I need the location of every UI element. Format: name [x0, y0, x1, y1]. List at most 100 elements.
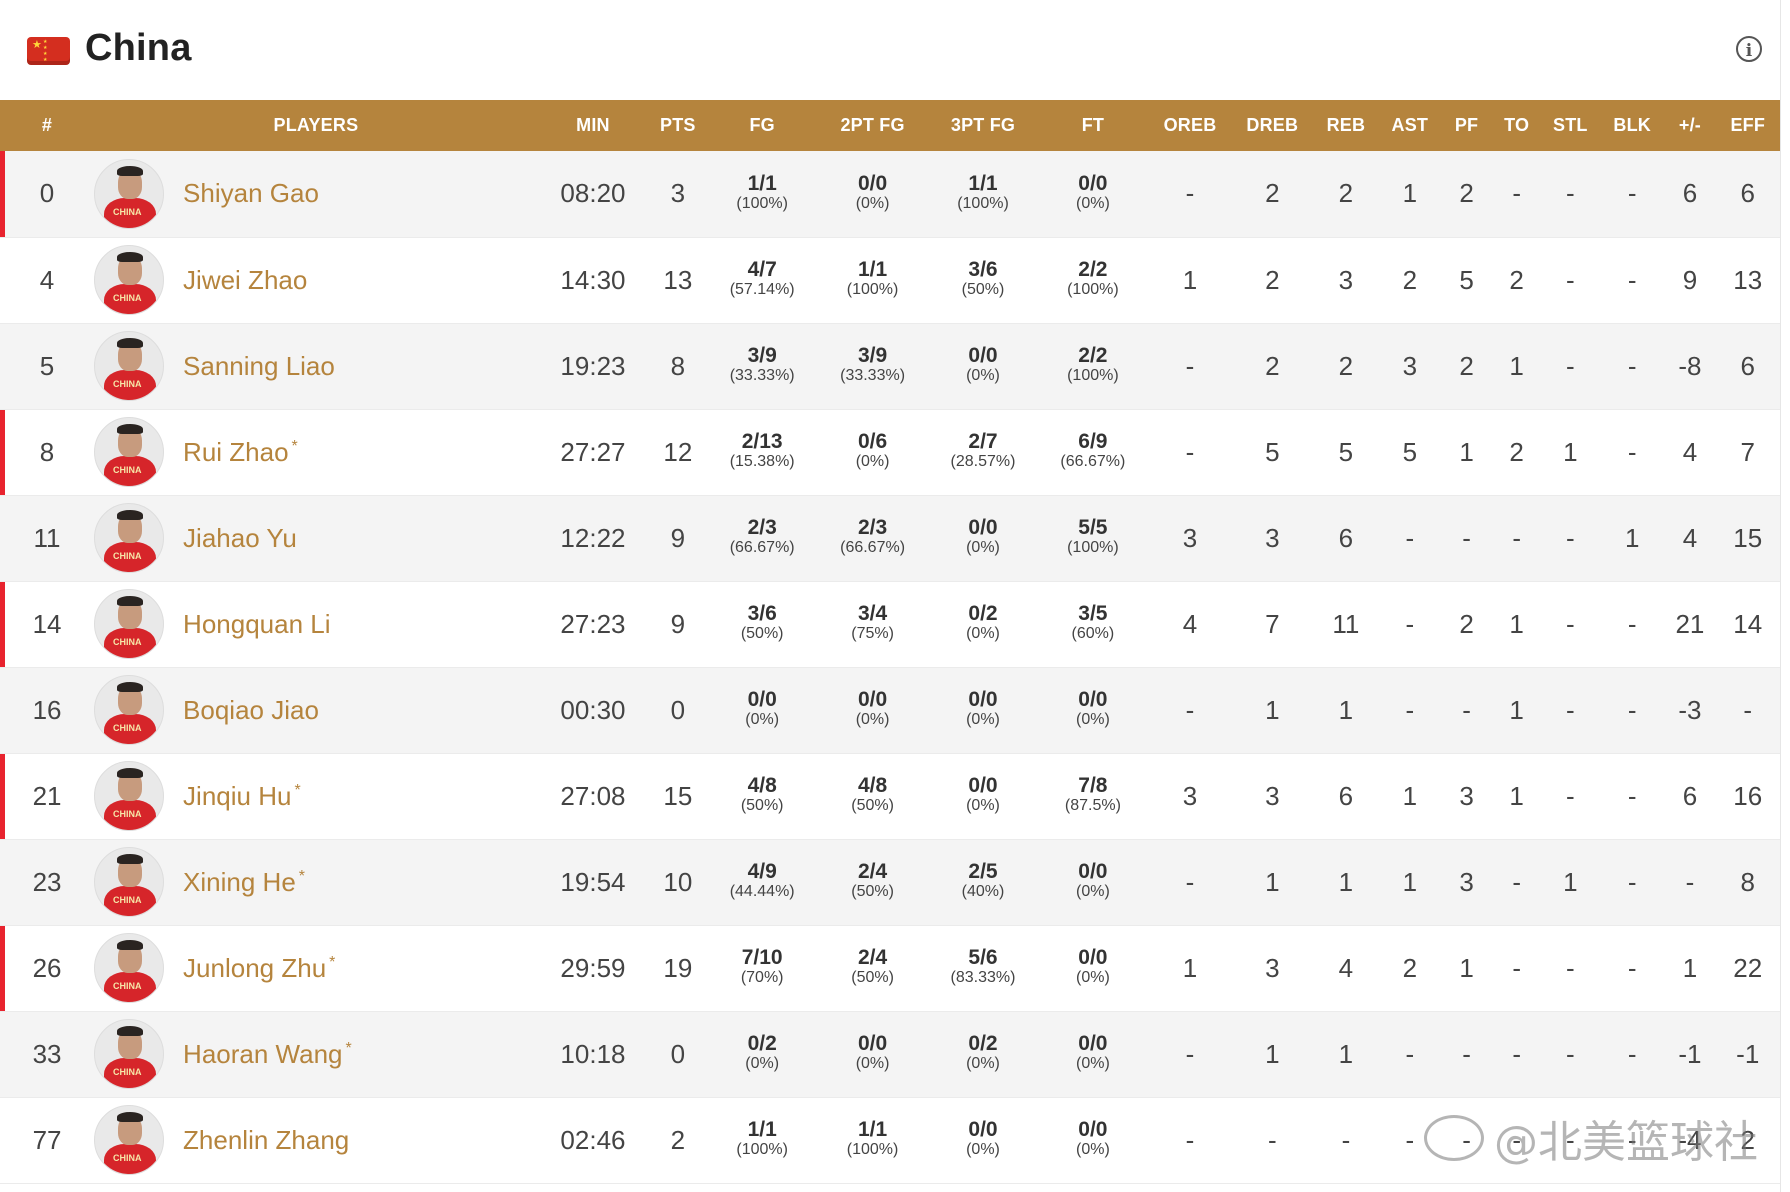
- stat-pts: 3: [648, 151, 708, 238]
- player-name[interactable]: Zhenlin Zhang: [183, 1125, 349, 1155]
- player-name[interactable]: Rui Zhao: [183, 437, 289, 467]
- player-name-link[interactable]: Hongquan Li: [183, 609, 330, 640]
- player-avatar[interactable]: CHINA: [94, 933, 165, 1003]
- player-name-link[interactable]: Sanning Liao: [183, 351, 335, 382]
- stat-p3-pct: (0%): [966, 539, 1000, 556]
- col-ft[interactable]: FT: [1038, 100, 1148, 151]
- stat-oreb: 3: [1148, 495, 1232, 582]
- stat-p3-made: 3/6: [968, 258, 998, 281]
- player-name[interactable]: Junlong Zhu: [183, 953, 326, 983]
- player-name-link[interactable]: Rui Zhao *: [183, 437, 298, 468]
- col-min[interactable]: MIN: [538, 100, 648, 151]
- player-name[interactable]: Hongquan Li: [183, 609, 330, 639]
- stat-to: 2: [1492, 409, 1541, 496]
- player-name-link[interactable]: Zhenlin Zhang: [183, 1125, 349, 1156]
- col-oreb[interactable]: OREB: [1148, 100, 1232, 151]
- star-marker-icon: *: [294, 781, 301, 799]
- player-name-link[interactable]: Haoran Wang *: [183, 1039, 352, 1070]
- player-name-link[interactable]: Junlong Zhu *: [183, 953, 335, 984]
- player-name-link[interactable]: Jiwei Zhao: [183, 265, 307, 296]
- player-avatar[interactable]: CHINA: [94, 761, 165, 831]
- player-avatar[interactable]: CHINA: [94, 589, 165, 659]
- col-stl[interactable]: STL: [1541, 100, 1600, 151]
- stat-ft-pct: (0%): [1076, 1055, 1110, 1072]
- info-icon[interactable]: i: [1736, 36, 1762, 62]
- player-name[interactable]: Jinqiu Hu: [183, 781, 291, 811]
- player-avatar[interactable]: CHINA: [94, 847, 165, 917]
- player-avatar[interactable]: CHINA: [94, 1019, 165, 1089]
- stat-p3: 0/2 (0%): [928, 1011, 1038, 1098]
- player-avatar[interactable]: CHINA: [94, 503, 165, 573]
- player-name-link[interactable]: Shiyan Gao: [183, 178, 319, 209]
- player-name[interactable]: Shiyan Gao: [183, 178, 319, 208]
- stat-ft-made: 6/9: [1078, 430, 1108, 453]
- stat-fg-made: 4/7: [747, 258, 777, 281]
- col-eff[interactable]: EFF: [1715, 100, 1780, 151]
- stat-p3-made: 1/1: [968, 171, 998, 195]
- stat-fg-pct: (0%): [745, 1055, 780, 1072]
- stat-ft-made: 2/2: [1078, 344, 1108, 367]
- col-to[interactable]: TO: [1493, 100, 1541, 151]
- col-plus-minus[interactable]: +/-: [1664, 100, 1715, 151]
- stat-p2: 3/9 (33.33%): [816, 323, 929, 410]
- stat-ft: 2/2 (100%): [1037, 237, 1149, 324]
- stat-min: 27:08: [537, 753, 649, 840]
- stat-fg-made: 1/1: [747, 1118, 777, 1141]
- col-players[interactable]: PLAYERS: [94, 100, 538, 151]
- stat-p3: 2/5 (40%): [928, 839, 1038, 926]
- stat-p3-pct: (28.57%): [950, 453, 1016, 470]
- player-name[interactable]: Haoran Wang: [183, 1039, 342, 1069]
- stat-to: 2: [1492, 237, 1541, 324]
- stat-ft-made: 7/8: [1078, 774, 1108, 797]
- stat-stl: -: [1540, 753, 1600, 840]
- stat-p3: 5/6 (83.33%): [928, 925, 1038, 1012]
- player-name-link[interactable]: Jiahao Yu: [183, 523, 297, 554]
- stat-ft-pct: (100%): [1067, 539, 1119, 556]
- player-avatar[interactable]: CHINA: [94, 158, 165, 229]
- player-cell: CHINA Shiyan Gao: [94, 151, 538, 238]
- col-blk[interactable]: BLK: [1600, 100, 1664, 151]
- col-dreb[interactable]: DREB: [1232, 100, 1313, 151]
- player-avatar[interactable]: CHINA: [94, 675, 165, 745]
- stat-stl: -: [1540, 151, 1600, 238]
- player-name-link[interactable]: Jinqiu Hu *: [183, 781, 301, 812]
- stat-stl: -: [1540, 581, 1600, 668]
- stat-to: -: [1492, 495, 1541, 582]
- stat-pts: 19: [648, 925, 708, 1012]
- stat-pts: 2: [648, 1097, 708, 1184]
- stat-fg-made: 0/0: [747, 688, 777, 711]
- stat-p3-made: 0/0: [968, 688, 998, 711]
- player-name-link[interactable]: Xining He *: [183, 867, 305, 898]
- player-name-link[interactable]: Boqiao Jiao: [183, 695, 319, 726]
- col-2pt-fg[interactable]: 2PT FG: [817, 100, 928, 151]
- stat-reb: 2: [1312, 323, 1380, 410]
- stat-eff: -1: [1715, 1011, 1780, 1098]
- col-fg[interactable]: FG: [707, 100, 816, 151]
- stat-to: -: [1492, 839, 1541, 926]
- player-avatar[interactable]: CHINA: [94, 417, 165, 487]
- col-pf[interactable]: PF: [1440, 100, 1492, 151]
- player-number: 23: [0, 839, 95, 926]
- stat-p2-made: 3/4: [857, 602, 888, 625]
- player-avatar[interactable]: CHINA: [94, 245, 165, 315]
- stat-pm: 21: [1664, 581, 1716, 668]
- stat-ft-made: 0/0: [1078, 946, 1108, 969]
- player-name[interactable]: Jiahao Yu: [183, 523, 297, 553]
- col-reb[interactable]: REB: [1313, 100, 1379, 151]
- col-3pt-fg[interactable]: 3PT FG: [928, 100, 1037, 151]
- stat-blk: -: [1599, 753, 1665, 840]
- player-name[interactable]: Sanning Liao: [183, 351, 335, 381]
- player-avatar[interactable]: CHINA: [94, 1105, 165, 1175]
- player-name[interactable]: Jiwei Zhao: [183, 265, 307, 295]
- player-name[interactable]: Boqiao Jiao: [183, 695, 319, 725]
- player-avatar[interactable]: CHINA: [94, 331, 165, 401]
- table-header-row: # PLAYERS MIN PTS FG 2PT FG 3PT FG FT OR…: [0, 100, 1780, 151]
- col-pts[interactable]: PTS: [648, 100, 707, 151]
- stat-oreb: -: [1148, 323, 1232, 410]
- stat-fg-made: 1/1: [747, 171, 777, 195]
- table-row: 21 CHINA Jinqiu Hu * 27:08 15 4/8 (50%) 4/…: [0, 753, 1780, 840]
- stat-pm: 4: [1664, 409, 1716, 496]
- col-ast[interactable]: AST: [1379, 100, 1440, 151]
- col-number[interactable]: #: [0, 100, 94, 151]
- player-name[interactable]: Xining He: [183, 867, 296, 897]
